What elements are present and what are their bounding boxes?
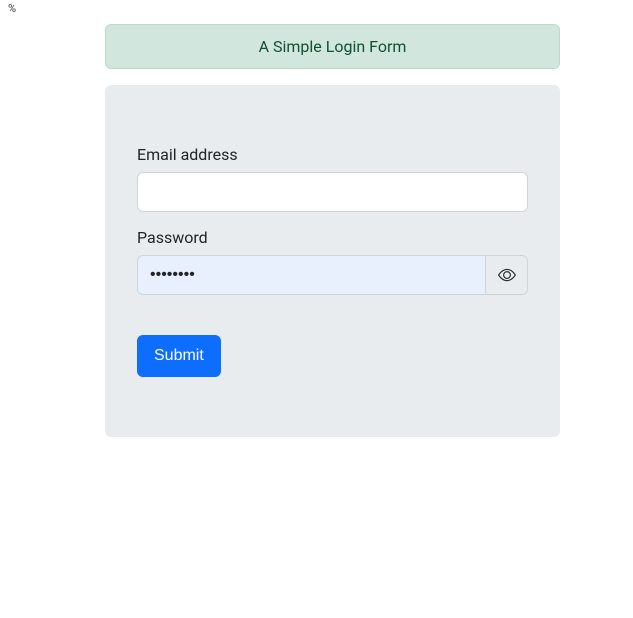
page-title-text: A Simple Login Form — [259, 37, 407, 56]
main-container: A Simple Login Form Email address Passwo… — [0, 0, 560, 437]
email-label: Email address — [137, 145, 528, 164]
password-group: Password — [137, 228, 528, 295]
password-label: Password — [137, 228, 528, 247]
login-card: Email address Password Submit — [105, 85, 560, 437]
password-input-group — [137, 255, 528, 295]
toggle-password-visibility[interactable] — [486, 255, 528, 295]
email-field[interactable] — [137, 172, 528, 212]
submit-button[interactable]: Submit — [137, 335, 221, 377]
eye-icon — [498, 266, 516, 284]
page-title-alert: A Simple Login Form — [105, 24, 560, 69]
password-field[interactable] — [137, 255, 486, 295]
corner-label: % — [8, 2, 16, 15]
email-group: Email address — [137, 145, 528, 212]
